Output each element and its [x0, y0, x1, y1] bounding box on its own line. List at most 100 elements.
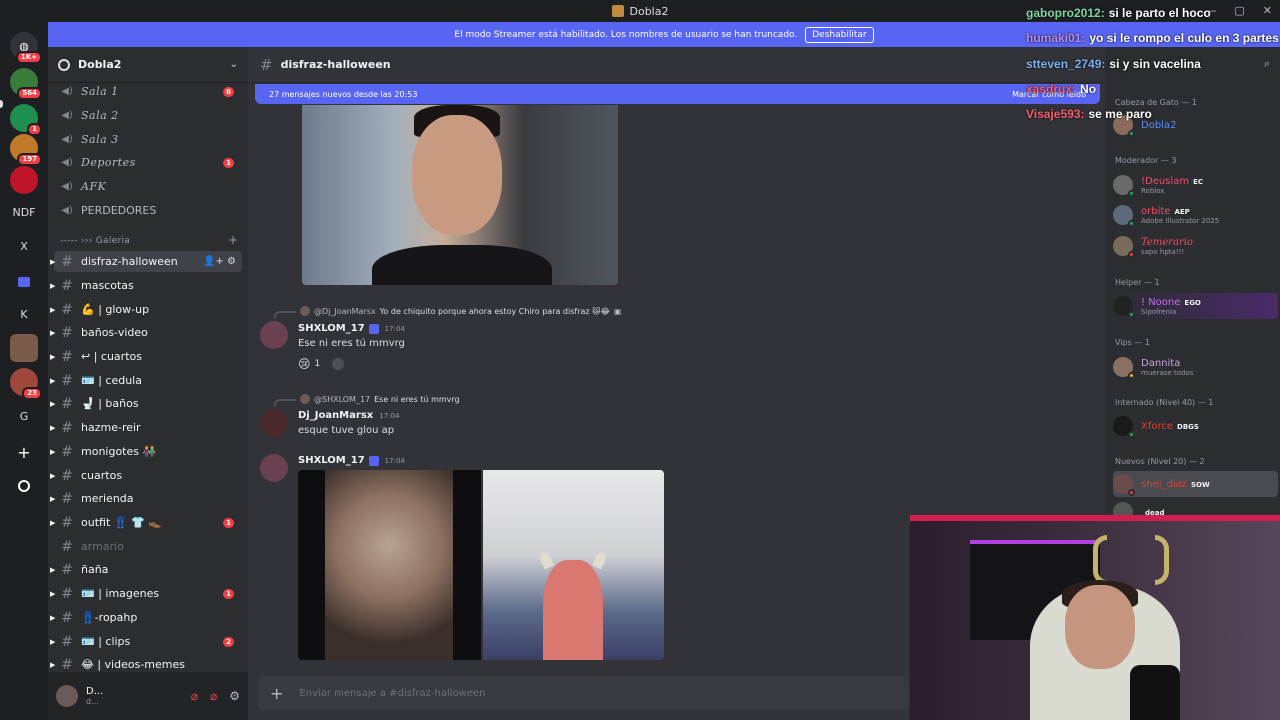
member-item[interactable]: Temerario sapo hpta!!!	[1113, 233, 1273, 259]
discord-window: Dobla2 — ▢ ✕ El modo Streamer está habil…	[0, 0, 1280, 720]
unread-arrow-icon: ▶	[50, 257, 56, 266]
voice-channel[interactable]: ◀) Sala 2	[54, 105, 242, 126]
reply-preview[interactable]: @SHXLOM_17 Ese ni eres tú mmvrg	[274, 394, 460, 407]
reply-preview[interactable]: @Dj_JoanMarsx Yo de chiquito porque ahor…	[274, 306, 622, 319]
mic-muted-icon[interactable]: ⌀	[191, 689, 198, 703]
new-messages-bar[interactable]: 27 mensajes nuevos desde las 20:53 Marca…	[255, 84, 1100, 104]
speaker-icon: ◀)	[61, 157, 73, 168]
guild-header[interactable]: Dobla2 ⌄	[48, 47, 248, 83]
server-icon[interactable]	[10, 334, 38, 362]
message-input[interactable]: Enviar mensaje a #disfraz-halloween	[299, 688, 485, 699]
voice-channel[interactable]: ◀) PERDEDORES	[54, 200, 242, 221]
channel-item[interactable]: ▶ # 💪 | glow-up	[50, 299, 242, 320]
avatar	[1113, 357, 1135, 379]
message-author[interactable]: SHXLOM_17 17:04	[298, 455, 405, 466]
disable-streamer-button[interactable]: Deshabilitar	[805, 26, 874, 43]
channel-item[interactable]: ▶ # 🪪 | cedula	[50, 370, 242, 391]
add-reaction-icon[interactable]	[332, 358, 345, 370]
gear-icon[interactable]: ⚙	[229, 689, 240, 703]
channel-item[interactable]: # armario	[54, 536, 242, 557]
microphone	[1130, 665, 1180, 720]
voice-channel[interactable]: ◀) Sala 3	[54, 129, 242, 150]
channel-item[interactable]: ▶ # 🪪 | clips 2	[50, 631, 242, 652]
hash-icon: #	[61, 538, 73, 555]
server-icon[interactable]: 1	[10, 104, 42, 136]
banner-text: El modo Streamer está habilitado. Los no…	[454, 29, 798, 40]
avatar[interactable]	[260, 454, 288, 482]
hash-icon: #	[61, 324, 73, 341]
channel-item[interactable]: ▶ # ñaña	[50, 559, 242, 580]
category-galeria[interactable]: ----- ››› Galeria	[60, 236, 130, 246]
channel-item[interactable]: ▶ # mascotas	[50, 275, 242, 296]
server-icon[interactable]: NDF	[10, 198, 38, 226]
member-item[interactable]: orbite AEP Adobe Illustrator 2025	[1113, 202, 1273, 228]
avatar	[1113, 296, 1135, 318]
server-folder-icon[interactable]	[10, 268, 38, 296]
avatar[interactable]	[260, 409, 288, 437]
message-author[interactable]: SHXLOM_17 17:04	[298, 323, 405, 334]
discover-icon[interactable]	[10, 472, 38, 500]
server-icon[interactable]: 197	[10, 134, 42, 166]
hash-icon: #	[61, 656, 73, 673]
avatar	[300, 306, 310, 316]
direct-messages-icon[interactable]: ◍ 1K+	[10, 32, 42, 64]
channel-disfraz-halloween[interactable]: ▶ # disfraz-halloween 👤+ ⚙	[50, 251, 242, 272]
server-icon[interactable]: K	[10, 300, 38, 328]
add-channel-icon[interactable]: +	[228, 233, 238, 247]
hash-icon: #	[61, 395, 73, 412]
image-attachment[interactable]	[298, 470, 481, 660]
hash-icon: #	[61, 585, 73, 602]
channel-item[interactable]: ▶ # baños-video	[50, 322, 242, 343]
channel-item[interactable]: ▶ # cuartos	[50, 465, 242, 486]
overlay-chat-line: stteven_2749: si y sin vacelina	[1026, 57, 1201, 71]
avatar	[1113, 205, 1135, 227]
member-item[interactable]: !Deuslam EC Roblox	[1113, 172, 1273, 198]
channel-settings-icon[interactable]: 👤+ ⚙	[203, 256, 236, 267]
image-attachment[interactable]	[483, 470, 664, 660]
voice-channel[interactable]: ◀) Deportes 1	[54, 152, 242, 173]
avatar	[1113, 416, 1135, 438]
avatar[interactable]	[260, 321, 288, 349]
avatar	[300, 394, 310, 404]
image-icon: ▣	[613, 306, 622, 316]
channel-item[interactable]: ▶ # outfit 👖 👕 👞 1	[50, 512, 242, 533]
reaction[interactable]: 😢 1	[298, 354, 345, 374]
avatar	[1113, 236, 1135, 258]
speaker-icon: ◀)	[61, 134, 73, 145]
member-group-label: Moderador — 3	[1115, 156, 1177, 165]
server-icon[interactable]: 23	[10, 368, 42, 400]
server-icon[interactable]	[10, 166, 38, 194]
channel-item[interactable]: ▶ # 👖-ropahp	[50, 607, 242, 628]
avatar[interactable]	[56, 685, 78, 707]
channel-sidebar: Dobla2 ⌄ ◀) Sala 16 ◀) Sala 2 ◀) Sala 3 ◀) D…	[48, 47, 248, 720]
user-name: D...	[86, 686, 104, 697]
member-item[interactable]: shei_diaz SOW	[1113, 471, 1278, 497]
member-item[interactable]: Dannita muerase todos	[1113, 354, 1273, 380]
image-attachment[interactable]	[302, 105, 618, 285]
voice-channel[interactable]: ◀) Sala 16	[54, 81, 242, 102]
overlay-chat-line: gabopro2012: si le parto el hoco	[1026, 6, 1211, 20]
new-messages-text: 27 mensajes nuevos desde las 20:53	[269, 89, 418, 99]
server-icon[interactable]: G	[10, 402, 38, 430]
channel-item[interactable]: ▶ # hazme-reir	[50, 417, 242, 438]
server-icon[interactable]: 564	[10, 68, 42, 100]
member-item[interactable]: ! Noone EGO Sipofrenia	[1113, 293, 1278, 319]
headphones-muted-icon[interactable]: ⌀	[210, 689, 217, 703]
speaker-icon: ◀)	[61, 205, 73, 216]
speaker-icon: ◀)	[61, 181, 73, 192]
channel-item[interactable]: ▶ # monigotes 👫	[50, 441, 242, 462]
channel-item[interactable]: ▶ # merienda	[50, 488, 242, 509]
voice-channel[interactable]: ◀) AFK	[54, 176, 242, 197]
add-server-icon[interactable]: +	[10, 438, 38, 466]
channel-item[interactable]: ▶ # 🪪 | imagenes 1	[50, 583, 242, 604]
stream-chat-overlay: gabopro2012: si le parto el hoco humaki01…	[1024, 2, 1280, 122]
message-author[interactable]: Dj_JoanMarsx 17:04	[298, 410, 399, 421]
channel-item[interactable]: ▶ # ↩ | cuartos	[50, 346, 242, 367]
message-composer[interactable]: + Enviar mensaje a #disfraz-halloween	[258, 676, 908, 710]
overlay-chat-line: xasdrux: No	[1026, 82, 1097, 96]
hash-icon: #	[61, 443, 73, 460]
member-item[interactable]: Xforce DBGS	[1113, 413, 1273, 439]
server-icon[interactable]: X	[10, 232, 38, 260]
channel-item[interactable]: ▶ # 🚽 | baños	[50, 393, 242, 414]
attach-plus-icon[interactable]: +	[270, 684, 283, 703]
